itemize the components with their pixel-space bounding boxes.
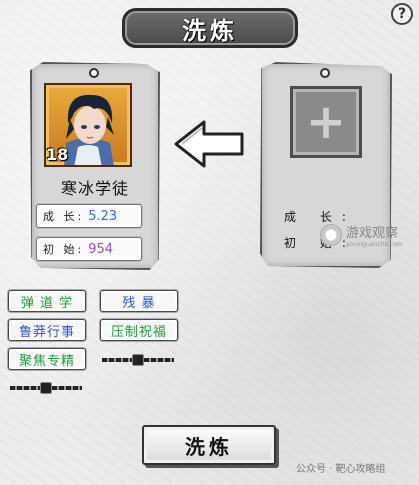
growth-stat: 成 长: 5.23 <box>36 204 142 228</box>
init-stat: 初 始: 954 <box>36 237 142 261</box>
skill-tag[interactable]: 鲁莽行事 <box>8 319 86 341</box>
add-hero-slot[interactable]: + <box>290 86 362 158</box>
hanger-ring-icon <box>89 68 99 78</box>
lock-icon <box>132 354 144 366</box>
help-icon[interactable]: ? <box>391 3 413 25</box>
init-value: 954 <box>88 241 114 257</box>
init-label: 初 始: <box>43 243 85 256</box>
locked-skill-slot <box>10 378 82 398</box>
lock-icon <box>40 382 52 394</box>
wash-button[interactable]: 洗炼 <box>142 425 276 465</box>
locked-skill-slot <box>102 350 174 370</box>
account-watermark: 公众号 · 靶心攻略组 <box>296 464 386 475</box>
skill-tag[interactable]: 残 暴 <box>100 290 178 312</box>
hero-level-badge: 18 <box>46 145 69 164</box>
skill-tag[interactable]: 弹 道 学 <box>8 290 86 312</box>
watermark-site-name: 游戏观察 <box>346 226 399 241</box>
skill-tag[interactable]: 压制祝福 <box>100 319 178 341</box>
hanger-ring-icon <box>320 68 330 78</box>
site-watermark: 游戏观察 youxiguancha.com <box>320 222 403 248</box>
site-logo-icon <box>320 224 342 246</box>
left-arrow-icon <box>174 120 244 168</box>
growth-label: 成 长: <box>43 210 85 223</box>
title-banner: 洗炼 <box>122 8 298 48</box>
skill-tag[interactable]: 聚焦专精 <box>8 348 86 370</box>
plus-icon: + <box>305 94 347 150</box>
watermark-site-url: youxiguancha.com <box>346 241 403 248</box>
page-title: 洗炼 <box>182 16 238 45</box>
wash-button-label: 洗炼 <box>185 434 233 459</box>
growth-value: 5.23 <box>88 208 118 224</box>
hero-name: 寒冰学徒 <box>60 179 129 198</box>
